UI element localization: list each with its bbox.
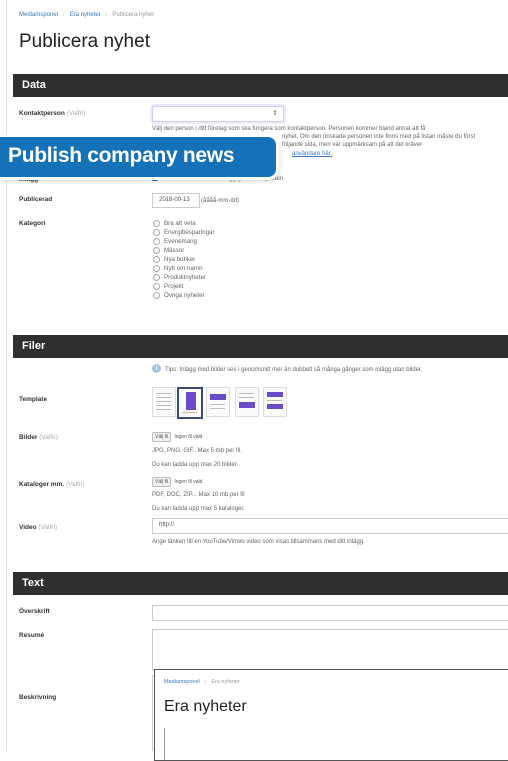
era-nyheter-inset: Mediamsponel / Era nyheter Era nyheter xyxy=(154,669,508,761)
template-image-middle[interactable] xyxy=(263,387,287,417)
contact-help-link[interactable]: användare här. xyxy=(292,150,332,158)
summary-label: Resumé xyxy=(19,632,45,639)
category-option[interactable]: Bra att veta xyxy=(153,220,196,227)
posts-label: Inlägg xyxy=(19,176,39,183)
video-label: Video (Valfri) xyxy=(19,524,58,531)
category-option[interactable]: Evenemang xyxy=(153,238,197,245)
published-date-input[interactable]: 2018-09-13 xyxy=(152,193,200,208)
inset-breadcrumb-current: Era nyheter xyxy=(211,679,240,685)
contact-person-select[interactable]: ⇕ xyxy=(152,106,284,122)
images-label: Bilder (Valfri) xyxy=(19,434,58,441)
breadcrumb: Mediamsponel / Era nyheter / Publicera nyhet xyxy=(19,12,154,18)
published-date-hint: (åååå-mm-dd) xyxy=(201,198,240,204)
page-title: Publicera nyhet xyxy=(19,31,150,52)
heading-label: Överskrift xyxy=(19,608,50,615)
template-image-top[interactable] xyxy=(206,387,230,417)
contact-help-line-3: följande sida, men var uppmärksam på att… xyxy=(282,142,423,148)
video-url-input[interactable]: http:// xyxy=(152,518,508,534)
video-help: Ange länken till en YouTube/Vimeo video … xyxy=(152,539,365,545)
category-option[interactable]: Projekt xyxy=(153,283,183,290)
summary-textarea[interactable] xyxy=(152,629,508,671)
catalogs-formats: PDF, DOC, ZIP... Max 10 mb per fil xyxy=(152,492,245,498)
category-option[interactable]: Mässor xyxy=(153,247,184,254)
category-option[interactable]: Produktnyheter xyxy=(153,274,206,281)
select-arrows-icon: ⇕ xyxy=(272,110,278,117)
images-formats: JPG, PNG, GIF.. Max 5 mb per fil. xyxy=(152,448,243,454)
choose-file-button[interactable]: Välj fil xyxy=(152,432,172,442)
template-label: Template xyxy=(19,396,48,403)
category-option[interactable]: Övriga nyheter xyxy=(153,292,205,299)
section-header-files: Filer xyxy=(13,335,508,358)
template-image-left[interactable] xyxy=(177,387,203,419)
description-label: Beskrivning xyxy=(19,694,57,701)
images-file-picker[interactable]: Välj fil Ingen fil vald xyxy=(152,432,202,442)
info-icon: i xyxy=(152,364,161,373)
inset-page-title: Era nyheter xyxy=(164,698,247,715)
contact-help-line-2: nyhet. Om den önskade personen inte finn… xyxy=(282,134,476,140)
heading-input[interactable] xyxy=(152,605,508,621)
contact-person-label: Kontaktperson (Valfri) xyxy=(19,110,86,117)
inset-breadcrumb-home[interactable]: Mediamsponel xyxy=(164,679,200,685)
images-limit: Du kan ladda upp max 20 bilder. xyxy=(152,462,239,468)
catalogs-label: Kataloger mm. (Valfri) xyxy=(19,481,85,488)
catalogs-limit: Du kan ladda upp max 5 kataloger. xyxy=(152,506,245,512)
category-option[interactable]: Nytt om namn xyxy=(153,265,203,272)
inset-content-frame xyxy=(164,728,508,760)
category-option[interactable]: Nya butiker xyxy=(153,256,195,263)
breadcrumb-item-news[interactable]: Era nyheter xyxy=(70,12,101,18)
inset-breadcrumb: Mediamsponel / Era nyheter xyxy=(164,679,240,685)
contact-help-line-1: Välj den person i ditt företag som ska f… xyxy=(152,126,426,132)
category-label: Kategori xyxy=(19,220,46,227)
category-option[interactable]: Energibesparingar xyxy=(153,229,215,236)
choose-file-button[interactable]: Välj fil xyxy=(152,477,172,487)
publish-news-banner: Publish company news xyxy=(0,137,276,177)
breadcrumb-item-home[interactable]: Mediamsponel xyxy=(19,12,58,18)
published-label: Publicerad xyxy=(19,196,53,203)
section-header-text: Text xyxy=(13,572,508,595)
template-image-bottom[interactable] xyxy=(235,387,259,417)
section-header-data: Data xyxy=(13,74,508,97)
catalogs-file-picker[interactable]: Välj fil Ingen fil vald xyxy=(152,477,202,487)
template-text-only[interactable] xyxy=(152,387,176,417)
files-tip: Tips: Inlägg med bilder ses i genomsnitt… xyxy=(165,367,423,373)
breadcrumb-item-current: Publicera nyhet xyxy=(112,12,154,18)
publish-news-page: Mediamsponel / Era nyheter / Publicera nyhet… xyxy=(6,0,508,751)
